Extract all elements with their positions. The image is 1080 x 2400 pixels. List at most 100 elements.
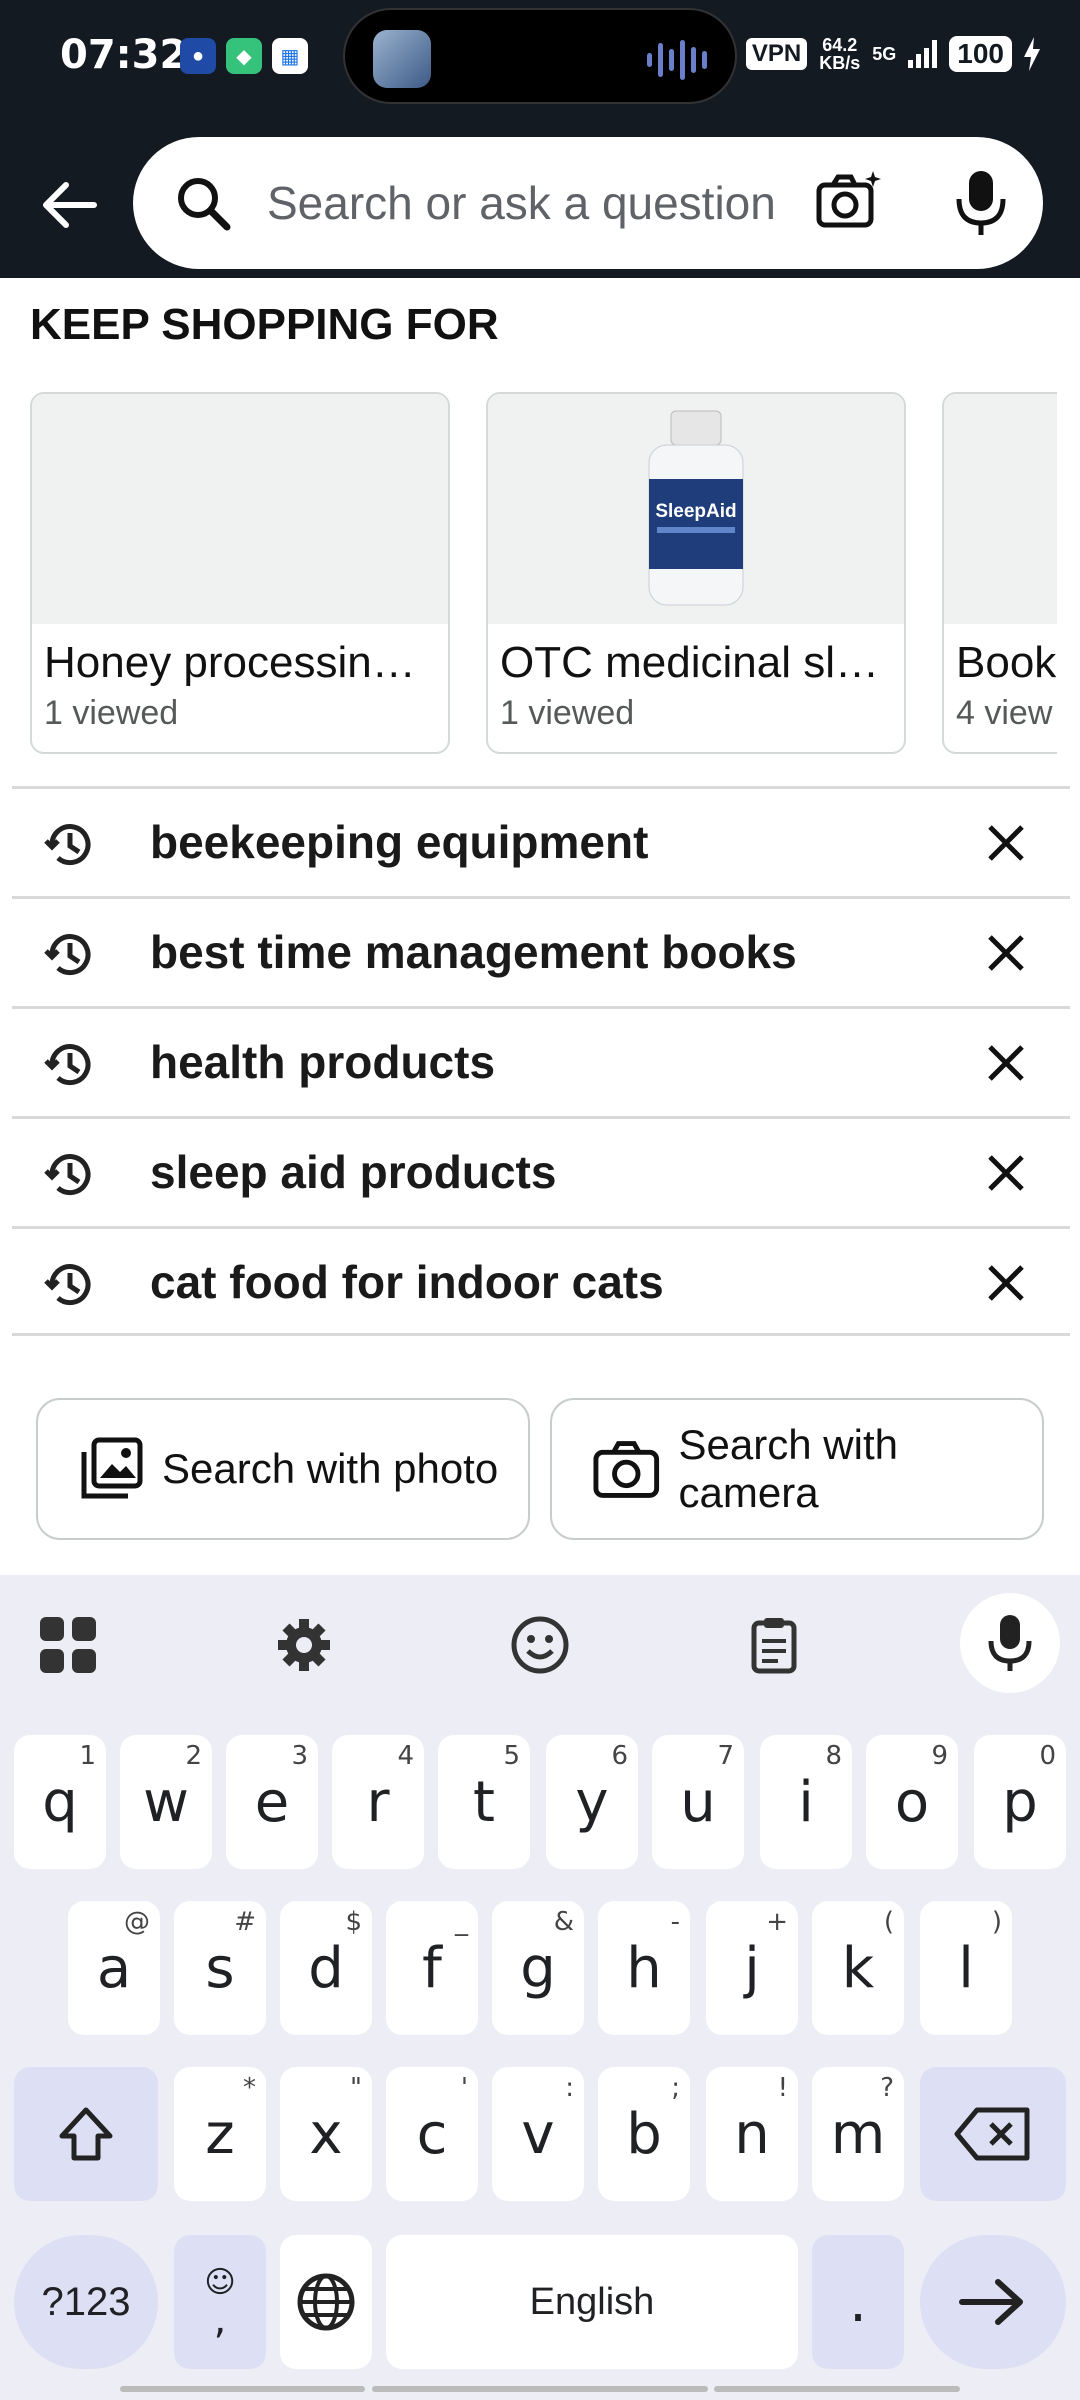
remove-history-icon[interactable]	[982, 1039, 1030, 1087]
key-l[interactable]: l)	[920, 1901, 1012, 2035]
clipboard-button[interactable]	[734, 1605, 814, 1685]
emoji-small-icon: ☺	[204, 2264, 236, 2300]
search-with-camera-button[interactable]: Search with camera	[550, 1398, 1044, 1540]
history-item[interactable]: sleep aid products	[12, 1116, 1070, 1226]
status-time: 07:32	[60, 32, 188, 78]
history-item[interactable]: best time management books	[12, 896, 1070, 1006]
key-m[interactable]: m?	[812, 2067, 904, 2201]
remove-history-icon[interactable]	[982, 819, 1030, 867]
remove-history-icon[interactable]	[982, 1259, 1030, 1307]
history-item[interactable]: cat food for indoor cats	[12, 1226, 1070, 1336]
key-a[interactable]: a @	[68, 1901, 160, 2035]
product-image	[32, 394, 448, 624]
keep-shopping-title: KEEP SHOPPING FOR	[30, 300, 499, 349]
symbols-key[interactable]: ?123	[14, 2235, 158, 2369]
history-item[interactable]: health products	[12, 1006, 1070, 1116]
key-r[interactable]: r4	[332, 1735, 424, 1869]
key-b[interactable]: b;	[598, 2067, 690, 2201]
voice-search-icon[interactable]	[951, 167, 1011, 237]
network-type: 5G	[872, 43, 897, 64]
space-key[interactable]: English	[386, 2235, 798, 2369]
key-n[interactable]: n!	[706, 2067, 798, 2201]
remove-history-icon[interactable]	[982, 1149, 1030, 1197]
app-notification-icon: ◆	[226, 38, 262, 74]
vpn-badge: VPN	[745, 38, 808, 70]
card-title: Honey processin…	[44, 638, 416, 687]
search-with-photo-label: Search with photo	[162, 1445, 499, 1492]
key-q[interactable]: q1	[14, 1735, 106, 1869]
search-icon	[178, 178, 231, 231]
emoji-button[interactable]	[500, 1605, 580, 1685]
card-subtitle: 1 viewed	[500, 694, 635, 732]
keep-shopping-carousel[interactable]: Honey processin… 1 viewed SleepAid OTC m…	[30, 392, 1057, 754]
history-query: best time management books	[150, 926, 797, 978]
nav-handle	[120, 2386, 365, 2392]
key-z[interactable]: z *	[174, 2067, 266, 2201]
backspace-key[interactable]	[920, 2067, 1066, 2201]
emoji-comma-key[interactable]: ☺ ,	[174, 2235, 266, 2369]
search-history-list: beekeeping equipment best time managemen…	[12, 786, 1070, 1336]
period-key[interactable]: .	[812, 2235, 904, 2369]
history-clock-icon	[44, 824, 91, 866]
audio-wave-icon	[647, 40, 707, 80]
key-e[interactable]: e3	[226, 1735, 318, 1869]
clipboard-icon	[751, 1618, 797, 1674]
dynamic-island[interactable]	[343, 8, 737, 104]
history-query: health products	[150, 1036, 496, 1088]
keep-shopping-card[interactable]: SleepAid OTC medicinal sl… 1 viewed	[486, 392, 906, 754]
arrow-right-icon	[959, 2279, 1023, 2325]
key-x[interactable]: x "	[280, 2067, 372, 2201]
sleepaid-bottle-image: SleepAid	[648, 410, 744, 606]
keyboard-settings-button[interactable]	[264, 1605, 344, 1685]
key-s[interactable]: s #	[174, 1901, 266, 2035]
key-k[interactable]: k(	[812, 1901, 904, 2035]
history-clock-icon	[44, 1264, 91, 1306]
backspace-icon	[954, 2107, 1030, 2161]
nav-handle	[372, 2386, 708, 2392]
product-image: SleepAid	[488, 394, 904, 624]
app-notification-icon: ●	[180, 38, 216, 74]
key-t[interactable]: t5	[438, 1735, 530, 1869]
card-title: OTC medicinal sl…	[500, 638, 879, 687]
language-key[interactable]	[280, 2235, 372, 2369]
key-u[interactable]: u7	[652, 1735, 744, 1869]
keyboard-apps-button[interactable]	[28, 1605, 108, 1685]
key-j[interactable]: j +	[706, 1901, 798, 2035]
net-speed: 64.2 KB/s	[819, 35, 861, 73]
key-h[interactable]: h-	[598, 1901, 690, 2035]
key-o[interactable]: o9	[866, 1735, 958, 1869]
apps-grid-icon	[40, 1617, 96, 1673]
shift-icon	[59, 2107, 113, 2161]
go-key[interactable]	[920, 2235, 1066, 2369]
media-thumbnail	[373, 30, 431, 88]
key-v[interactable]: v:	[492, 2067, 584, 2201]
back-arrow-icon	[43, 182, 97, 228]
back-button[interactable]	[28, 170, 108, 240]
key-g[interactable]: g &	[492, 1901, 584, 2035]
calendar-icon: ▦	[272, 38, 308, 74]
battery-indicator: 100	[949, 36, 1012, 72]
search-bar[interactable]	[133, 137, 1043, 269]
camera-icon	[593, 1441, 660, 1498]
key-p[interactable]: p0	[974, 1735, 1066, 1869]
camera-search-icon[interactable]	[813, 167, 883, 237]
key-c[interactable]: c '	[386, 2067, 478, 2201]
notification-icons: ● ◆ ▦	[180, 38, 308, 74]
key-d[interactable]: d $	[280, 1901, 372, 2035]
svg-text:SleepAid: SleepAid	[655, 501, 736, 522]
search-with-photo-button[interactable]: Search with photo	[36, 1398, 530, 1540]
remove-history-icon[interactable]	[982, 929, 1030, 977]
shift-key[interactable]	[14, 2067, 158, 2201]
key-w[interactable]: w2	[120, 1735, 212, 1869]
voice-input-button[interactable]	[960, 1593, 1060, 1693]
keep-shopping-card[interactable]: Honey processin… 1 viewed	[30, 392, 450, 754]
keep-shopping-card[interactable]: Book 4 view	[942, 392, 1057, 754]
globe-icon	[297, 2273, 355, 2331]
microphone-icon	[988, 1615, 1032, 1671]
key-f[interactable]: f _	[386, 1901, 478, 2035]
key-i[interactable]: i8	[760, 1735, 852, 1869]
key-y[interactable]: y6	[546, 1735, 638, 1869]
history-item[interactable]: beekeeping equipment	[12, 786, 1070, 896]
history-query: beekeeping equipment	[150, 816, 649, 868]
charging-icon	[1024, 37, 1040, 71]
